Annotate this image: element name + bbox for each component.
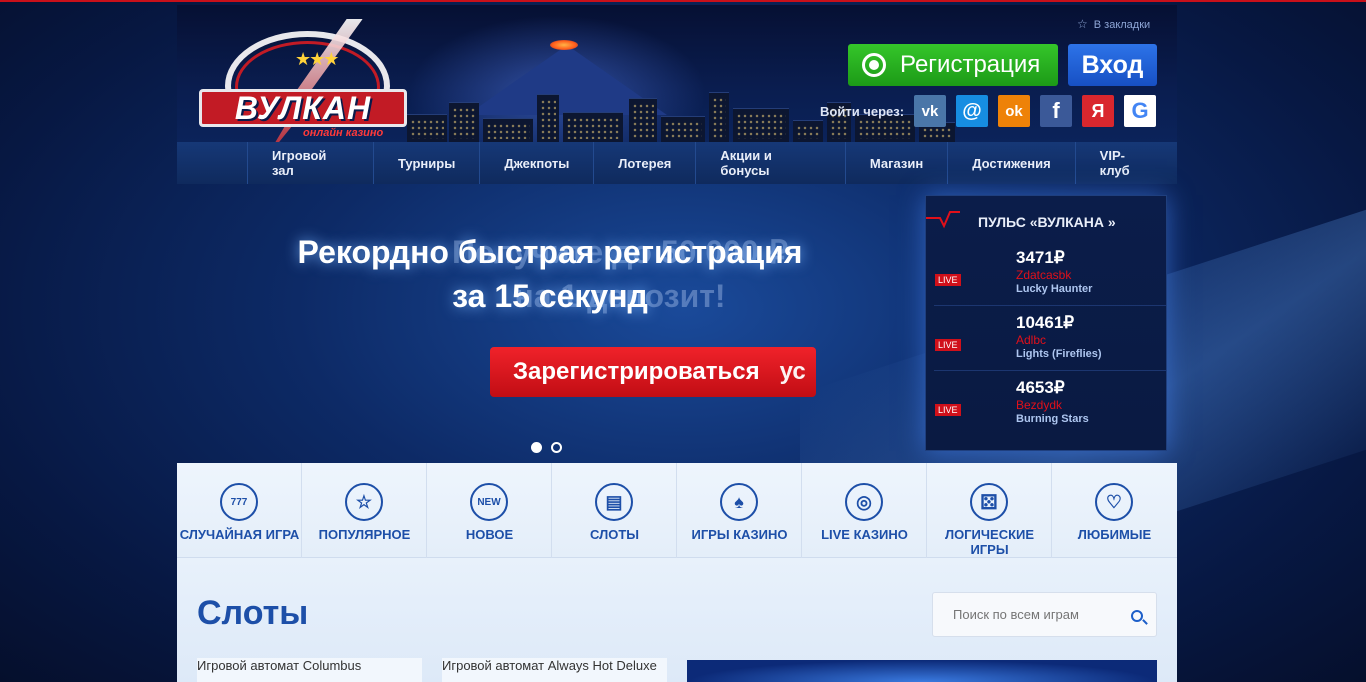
category-label: НОВОЕ (465, 527, 514, 542)
ok-icon[interactable]: ok (998, 95, 1030, 127)
category-label: ЛОГИЧЕСКИЕ ИГРЫ (944, 527, 1035, 557)
hero-button-label: Зарегистрироваться (513, 358, 760, 385)
mail-icon[interactable]: @ (956, 95, 988, 127)
register-icon (862, 53, 886, 77)
nav-item-vip-club[interactable]: VIP-клуб (1074, 142, 1177, 184)
pulse-row[interactable]: LIVE 3471₽ Zdatcasbk Lucky Haunter (934, 242, 1166, 306)
live-badge: LIVE (935, 339, 961, 351)
pulse-row[interactable]: LIVE 4653₽ Bezdydk Burning Stars (934, 372, 1166, 436)
hero-register-button[interactable]: Зарегистрироваться ус (490, 347, 816, 397)
category-new[interactable]: NEW НОВОЕ (427, 463, 552, 558)
pulse-panel: ПУЛЬС «ВУЛКАНА » LIVE 3471₽ Zdatcasbk Lu… (925, 195, 1167, 451)
win-amount: 4653₽ (1016, 378, 1065, 397)
login-via-label: Войти через: (820, 104, 905, 119)
category-slots[interactable]: ▤ СЛОТЫ (552, 463, 677, 558)
logo-text: ВУЛКАН (199, 89, 407, 127)
promo-banner[interactable] (687, 660, 1157, 682)
star-icon: ☆ (345, 483, 383, 521)
logo-subtext: онлайн казино (303, 127, 384, 139)
category-live-casino[interactable]: ◎ LIVE КАЗИНО (802, 463, 927, 558)
winner-name: Bezdydk (1016, 398, 1063, 412)
live-badge: LIVE (935, 404, 961, 416)
pulse-row[interactable]: LIVE 10461₽ Adlbc Lights (Fireflies) (934, 307, 1166, 371)
yandex-icon[interactable]: Я (1082, 95, 1114, 127)
slider-dot-2[interactable] (551, 442, 562, 453)
game-name: Burning Stars (1016, 413, 1089, 425)
nav-item-achievements[interactable]: Достижения (947, 142, 1074, 184)
site-header: ★★★ ВУЛКАН онлайн казино ☆ В закладки Рег… (177, 5, 1177, 142)
category-random-game[interactable]: 777 СЛУЧАЙНАЯ ИГРА (177, 463, 302, 558)
heart-icon: ♡ (1095, 483, 1133, 521)
live-badge: LIVE (935, 274, 961, 286)
google-icon[interactable]: G (1124, 95, 1156, 127)
search-input[interactable] (933, 593, 1123, 636)
register-button-label: Регистрация (900, 51, 1041, 78)
nav-item-game-hall[interactable]: Игровой зал (247, 142, 373, 184)
win-amount: 10461₽ (1016, 313, 1075, 332)
slot-machine-icon: ▤ (595, 483, 633, 521)
category-casino-games[interactable]: ♠ ИГРЫ КАЗИНО (677, 463, 802, 558)
vk-icon[interactable]: vk (914, 95, 946, 127)
game-name: Lights (Fireflies) (1016, 348, 1102, 360)
logo-stars-icon: ★★★ (295, 49, 339, 70)
win-amount: 3471₽ (1016, 248, 1065, 267)
roulette-icon: ◎ (845, 483, 883, 521)
search-box[interactable] (932, 592, 1157, 637)
nav-item-tournaments[interactable]: Турниры (372, 142, 479, 184)
category-favorites[interactable]: ♡ ЛЮБИМЫЕ (1052, 463, 1177, 558)
site-logo[interactable]: ★★★ ВУЛКАН онлайн казино (195, 9, 415, 142)
facebook-icon[interactable]: f (1040, 95, 1072, 127)
slot-777-icon: 777 (220, 483, 258, 521)
category-label: СЛОТЫ (590, 527, 639, 542)
bookmark-label: В закладки (1093, 19, 1151, 31)
category-bar: 777 СЛУЧАЙНАЯ ИГРА ☆ ПОПУЛЯРНОЕ NEW НОВО… (177, 463, 1177, 558)
games-section: Слоты Игровой автомат Columbus Игровой а… (177, 558, 1177, 682)
game-card-title: Игровой автомат Always Hot Deluxe (442, 658, 657, 673)
game-card-always-hot[interactable]: Игровой автомат Always Hot Deluxe (442, 658, 667, 682)
game-card-title: Игровой автомат Columbus (197, 658, 362, 673)
bookmark-link[interactable]: ☆ В закладки (1077, 17, 1150, 31)
category-label: ЛЮБИМЫЕ (1077, 527, 1152, 542)
hero-button-ghost-label: ус (779, 358, 806, 385)
category-label: ПОПУЛЯРНОЕ (318, 527, 411, 542)
new-badge-icon: NEW (470, 483, 508, 521)
game-name: Lucky Haunter (1016, 283, 1093, 295)
volcano-lava (550, 40, 578, 50)
category-label: ИГРЫ КАЗИНО (691, 527, 788, 542)
category-label: LIVE КАЗИНО (821, 527, 908, 542)
winner-name: Zdatcasbk (1016, 268, 1072, 282)
search-icon[interactable] (1131, 610, 1143, 622)
nav-item-shop[interactable]: Магазин (844, 142, 947, 184)
category-popular[interactable]: ☆ ПОПУЛЯРНОЕ (302, 463, 427, 558)
nav-item-lottery[interactable]: Лотерея (593, 142, 695, 184)
hero-title-line1: Рекордно быстрая регистрация (297, 234, 803, 270)
slider-dot-1[interactable] (531, 442, 542, 453)
cards-icon: ♠ (720, 483, 758, 521)
main-nav: Игровой зал Турниры Джекпоты Лотерея Акц… (177, 142, 1177, 184)
category-logic-games[interactable]: ⚄ ЛОГИЧЕСКИЕ ИГРЫ (927, 463, 1052, 558)
pulse-title: ПУЛЬС «ВУЛКАНА » (978, 214, 1116, 230)
hero-title-line2: за 15 секунд (452, 278, 648, 314)
dice-icon: ⚄ (970, 483, 1008, 521)
section-title: Слоты (197, 594, 309, 632)
star-icon: ☆ (1077, 17, 1088, 31)
pulse-icon (926, 211, 960, 229)
login-button[interactable]: Вход (1068, 44, 1157, 86)
register-button[interactable]: Регистрация (848, 44, 1058, 86)
hero-title: Рекордно быстрая регистрация за 15 секун… (200, 230, 900, 318)
nav-item-promos[interactable]: Акции и бонусы (695, 142, 844, 184)
category-label: СЛУЧАЙНАЯ ИГРА (179, 527, 300, 542)
nav-item-jackpots[interactable]: Джекпоты (479, 142, 593, 184)
winner-name: Adlbc (1016, 333, 1047, 347)
game-card-columbus[interactable]: Игровой автомат Columbus (197, 658, 422, 682)
